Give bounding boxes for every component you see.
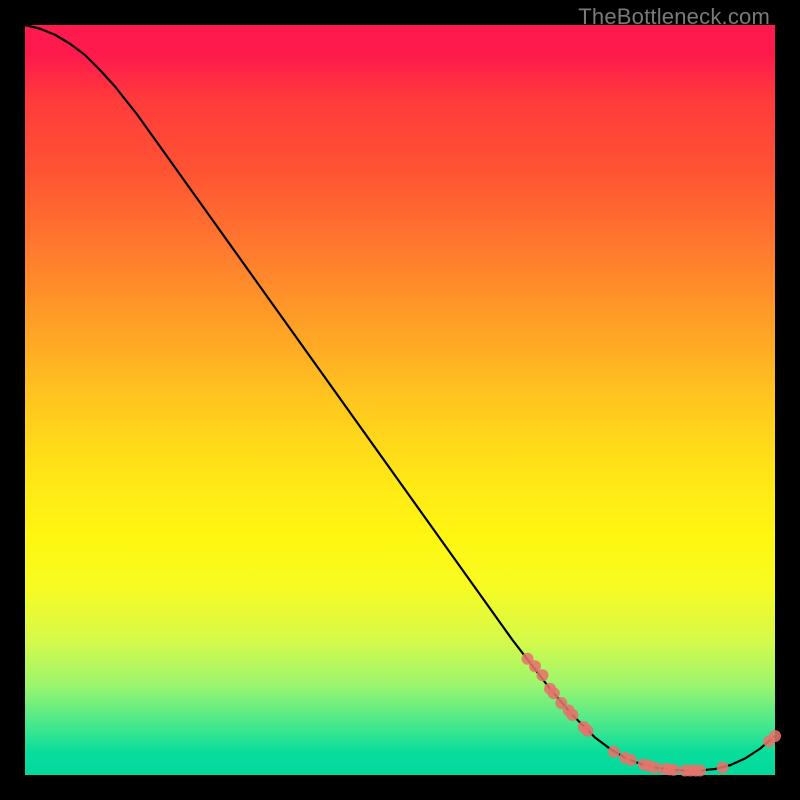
curve-line — [25, 25, 775, 771]
data-marker — [625, 754, 637, 766]
data-marker — [717, 762, 729, 774]
data-marker — [582, 725, 594, 737]
data-marker — [668, 764, 680, 776]
data-marker — [567, 709, 579, 721]
data-marker — [548, 687, 560, 699]
data-marker — [537, 669, 549, 681]
markers-group — [522, 653, 782, 777]
data-marker — [608, 746, 620, 758]
chart-frame: TheBottleneck.com — [0, 0, 800, 800]
chart-svg — [25, 25, 775, 775]
data-marker — [694, 765, 706, 777]
data-marker — [769, 730, 781, 742]
plot-area — [25, 25, 775, 775]
